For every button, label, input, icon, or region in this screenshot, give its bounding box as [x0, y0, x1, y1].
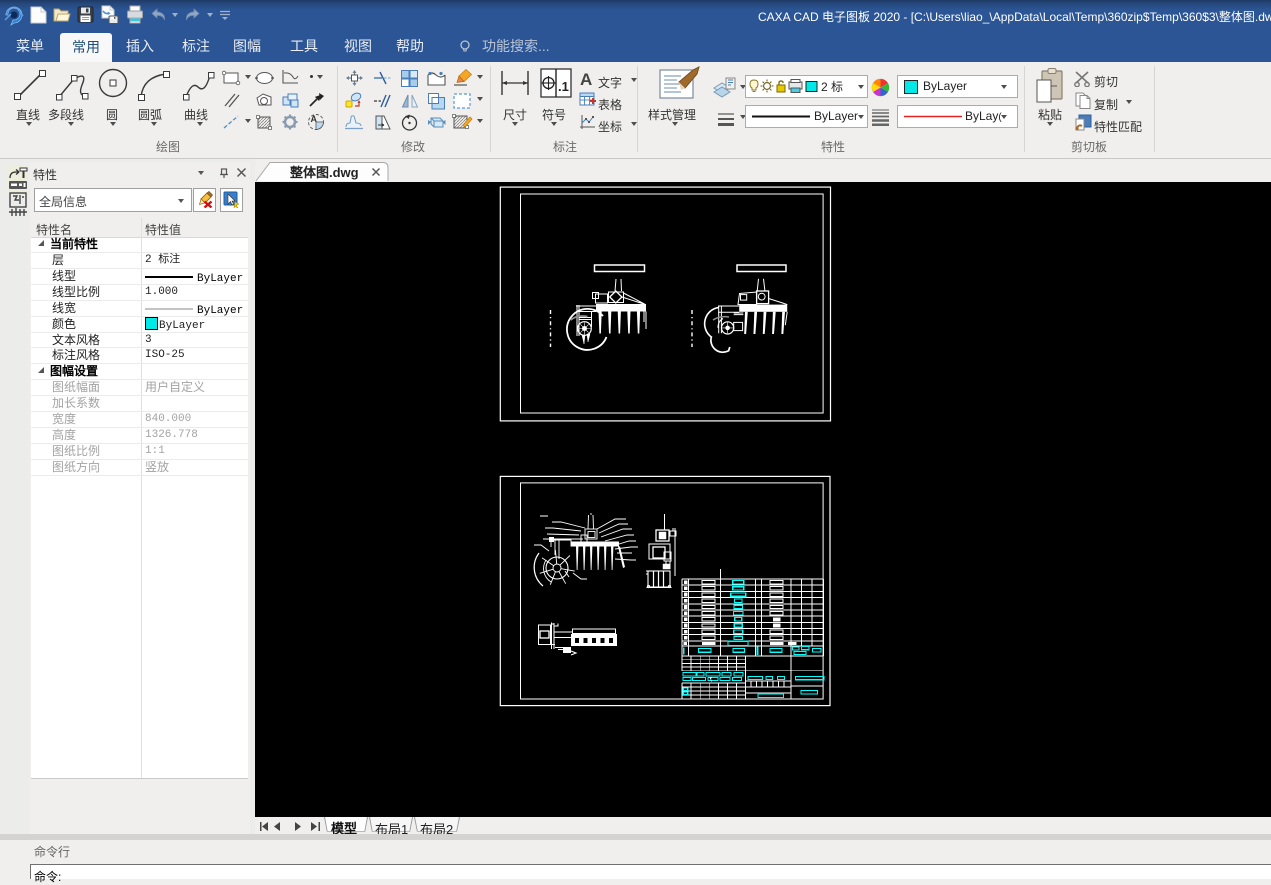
svg-text:ByLayer: ByLayer: [197, 305, 243, 316]
svg-text:A: A: [311, 114, 318, 124]
svg-text:2 标: 2 标: [821, 80, 843, 94]
svg-text:.1: .1: [558, 79, 569, 94]
svg-text:ByLayer: ByLayer: [197, 273, 243, 284]
